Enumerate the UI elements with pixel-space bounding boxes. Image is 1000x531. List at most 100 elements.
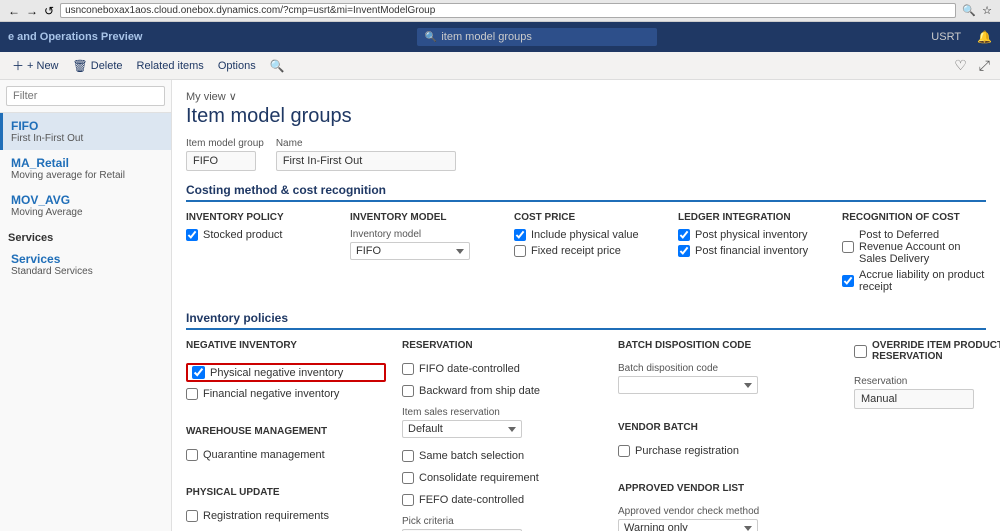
search-icon: 🔍 (425, 32, 437, 43)
financial-negative-label: Financial negative inventory (203, 388, 339, 400)
fullscreen-icon[interactable]: ⤢ (975, 55, 994, 76)
fefo-row: FEFO date-controlled (402, 494, 602, 506)
quarantine-checkbox[interactable] (186, 449, 198, 461)
consolidate-label: Consolidate requirement (419, 472, 539, 484)
quarantine-label: Quarantine management (203, 449, 325, 461)
delete-button[interactable]: 🗑 Delete (67, 56, 129, 76)
batch-disposition-select[interactable] (618, 376, 758, 394)
inventory-policies-title: Inventory policies (186, 311, 986, 330)
consolidate-checkbox[interactable] (402, 472, 414, 484)
cost-price-header: COST PRICE (514, 212, 658, 223)
user-label: USRT (931, 31, 961, 43)
backward-checkbox[interactable] (402, 385, 414, 397)
ledger-integration-header: LEDGER INTEGRATION (678, 212, 822, 223)
fefo-label: FEFO date-controlled (419, 494, 524, 506)
inventory-policy-header: INVENTORY POLICY (186, 212, 330, 223)
content-area: My view ∨ Item model groups Item model g… (172, 80, 1000, 531)
filter-input[interactable] (6, 86, 165, 106)
same-batch-label: Same batch selection (419, 450, 524, 462)
backward-label: Backward from ship date (419, 385, 540, 397)
recognition-cost-col: RECOGNITION OF COST Post to Deferred Rev… (842, 212, 986, 297)
physical-negative-row: Physical negative inventory (186, 363, 386, 382)
accrue-checkbox[interactable] (842, 275, 854, 287)
options-button[interactable]: Options (212, 57, 262, 75)
url-bar[interactable]: usnconeboxax1aos.cloud.onebox.dynamics.c… (60, 3, 956, 18)
bookmark-icon[interactable]: ☆ (982, 4, 992, 17)
sidebar-item-mov-avg[interactable]: MOV_AVG Moving Average (0, 187, 171, 224)
inventory-model-header: INVENTORY MODEL (350, 212, 494, 223)
back-icon[interactable]: ← (8, 4, 20, 18)
name-input[interactable] (276, 151, 456, 171)
purchase-reg-row: Purchase registration (618, 445, 838, 457)
purchase-reg-label: Purchase registration (635, 445, 739, 457)
batch-vendor-col: BATCH DISPOSITION CODE Batch disposition… (618, 340, 838, 531)
reservation-input[interactable] (854, 389, 974, 409)
sidebar-item-ma-retail[interactable]: MA_Retail Moving average for Retail (0, 150, 171, 187)
item-model-group-input[interactable] (186, 151, 256, 171)
search-icon: 🔍 (270, 59, 285, 73)
search-icon[interactable]: 🔍 (962, 4, 976, 17)
post-physical-label: Post physical inventory (695, 229, 808, 241)
app-search-area: 🔍 item model groups (151, 28, 924, 46)
fifo-date-checkbox[interactable] (402, 363, 414, 375)
delete-icon: 🗑 (73, 59, 88, 73)
breadcrumb[interactable]: My view ∨ (186, 90, 986, 103)
deferred-row: Post to Deferred Revenue Account on Sale… (842, 229, 986, 265)
sidebar-item-ma-retail-name: MA_Retail (11, 156, 163, 170)
fixed-receipt-checkbox[interactable] (514, 245, 526, 257)
financial-negative-checkbox[interactable] (186, 388, 198, 400)
inventory-model-select[interactable]: FIFO (350, 242, 470, 260)
physical-negative-checkbox[interactable] (192, 366, 205, 379)
plus-icon: ＋ (12, 57, 24, 74)
favorite-icon[interactable]: ♡ (950, 55, 971, 76)
cost-price-col: COST PRICE Include physical value Fixed … (514, 212, 658, 297)
same-batch-row: Same batch selection (402, 450, 602, 462)
browser-bar: ← → ↺ usnconeboxax1aos.cloud.onebox.dyna… (0, 0, 1000, 22)
post-physical-row: Post physical inventory (678, 229, 822, 241)
inventory-model-col: INVENTORY MODEL Inventory model FIFO (350, 212, 494, 297)
include-physical-label: Include physical value (531, 229, 639, 241)
sidebar-item-services[interactable]: Services Standard Services (0, 246, 171, 283)
deferred-checkbox[interactable] (842, 241, 854, 253)
sidebar-item-services-name: Services (11, 252, 163, 266)
deferred-label: Post to Deferred Revenue Account on Sale… (859, 229, 986, 265)
negative-inventory-col: NEGATIVE INVENTORY Physical negative inv… (186, 340, 386, 531)
same-batch-checkbox[interactable] (402, 450, 414, 462)
main-layout: FIFO First In-First Out MA_Retail Moving… (0, 80, 1000, 531)
sidebar-item-fifo[interactable]: FIFO First In-First Out (0, 113, 171, 150)
toolbar-search-button[interactable]: 🔍 (264, 56, 291, 76)
registration-checkbox[interactable] (186, 510, 198, 522)
costing-section-title: Costing method & cost recognition (186, 183, 986, 202)
sidebar-item-ma-retail-desc: Moving average for Retail (11, 170, 163, 181)
check-method-select[interactable]: Warning only (618, 519, 758, 531)
registration-label: Registration requirements (203, 510, 329, 522)
fixed-receipt-row: Fixed receipt price (514, 245, 658, 257)
approved-vendor-header: APPROVED VENDOR LIST (618, 483, 838, 494)
negative-inventory-header: NEGATIVE INVENTORY (186, 340, 386, 351)
stocked-product-label: Stocked product (203, 229, 283, 241)
consolidate-row: Consolidate requirement (402, 472, 602, 484)
batch-disposition-field: Batch disposition code (618, 363, 838, 394)
related-items-button[interactable]: Related items (131, 57, 210, 75)
fefo-checkbox[interactable] (402, 494, 414, 506)
sidebar-item-fifo-name: FIFO (11, 119, 163, 133)
accrue-label: Accrue liability on product receipt (859, 269, 986, 293)
override-checkbox[interactable] (854, 345, 867, 358)
post-physical-checkbox[interactable] (678, 229, 690, 241)
stocked-product-checkbox[interactable] (186, 229, 198, 241)
quarantine-row: Quarantine management (186, 449, 386, 461)
item-sales-label: Item sales reservation (402, 407, 602, 418)
registration-row: Registration requirements (186, 510, 386, 522)
purchase-reg-checkbox[interactable] (618, 445, 630, 457)
forward-icon[interactable]: → (26, 4, 38, 18)
stocked-product-row: Stocked product (186, 229, 330, 241)
sidebar-item-mov-avg-name: MOV_AVG (11, 193, 163, 207)
include-physical-checkbox[interactable] (514, 229, 526, 241)
override-col: OVERRIDE ITEM PRODUCTION RESERVATION Res… (854, 340, 1000, 531)
item-sales-select[interactable]: Default (402, 420, 522, 438)
new-button[interactable]: ＋ + New (6, 54, 65, 77)
bell-icon[interactable]: 🔔 (977, 30, 992, 44)
refresh-icon[interactable]: ↺ (44, 4, 54, 18)
post-financial-checkbox[interactable] (678, 245, 690, 257)
post-financial-label: Post financial inventory (695, 245, 808, 257)
